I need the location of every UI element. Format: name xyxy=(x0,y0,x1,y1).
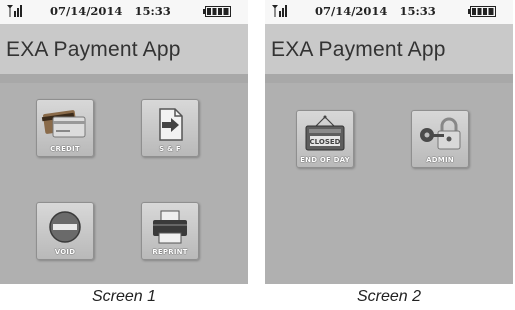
credit-button[interactable]: CREDIT xyxy=(36,99,94,157)
screen-2-caption: Screen 2 xyxy=(356,288,422,305)
status-date: 07/14/2014 xyxy=(315,4,388,18)
store-forward-button[interactable]: S & F xyxy=(141,99,199,157)
battery-icon xyxy=(468,6,496,17)
screen-2: 07/14/2014 15:33 EXA Payment App CLOSED … xyxy=(265,0,513,284)
tile-label: S & F xyxy=(159,145,181,153)
status-time: 15:33 xyxy=(134,4,171,18)
end-of-day-button[interactable]: CLOSED END OF DAY xyxy=(296,110,354,168)
app-title: EXA Payment App xyxy=(6,38,181,61)
header-divider xyxy=(265,75,513,83)
status-bar: 07/14/2014 15:33 xyxy=(0,0,248,24)
screen-1-caption: Screen 1 xyxy=(91,288,157,305)
status-time: 15:33 xyxy=(399,4,436,18)
tile-label: CREDIT xyxy=(50,145,80,153)
app-title: EXA Payment App xyxy=(271,38,446,61)
status-datetime: 07/14/2014 15:33 xyxy=(50,4,171,18)
status-datetime: 07/14/2014 15:33 xyxy=(315,4,436,18)
void-button[interactable]: VOID xyxy=(36,202,94,260)
tile-label: END OF DAY xyxy=(300,156,350,164)
header-divider xyxy=(0,75,248,83)
app-header: EXA Payment App xyxy=(0,24,248,75)
tile-label: VOID xyxy=(54,248,76,256)
signal-strength-icon xyxy=(272,5,287,17)
status-bar: 07/14/2014 15:33 xyxy=(265,0,513,24)
screen-1: 07/14/2014 15:33 EXA Payment App CREDIT xyxy=(0,0,248,284)
reprint-button[interactable]: REPRINT xyxy=(141,202,199,260)
app-header: EXA Payment App xyxy=(265,24,513,75)
tile-label: ADMIN xyxy=(426,156,454,164)
tile-label: REPRINT xyxy=(152,248,188,256)
admin-button[interactable]: ADMIN xyxy=(411,110,469,168)
svg-text:CLOSED: CLOSED xyxy=(310,138,341,146)
signal-strength-icon xyxy=(7,5,22,17)
status-date: 07/14/2014 xyxy=(50,4,123,18)
battery-icon xyxy=(203,6,231,17)
